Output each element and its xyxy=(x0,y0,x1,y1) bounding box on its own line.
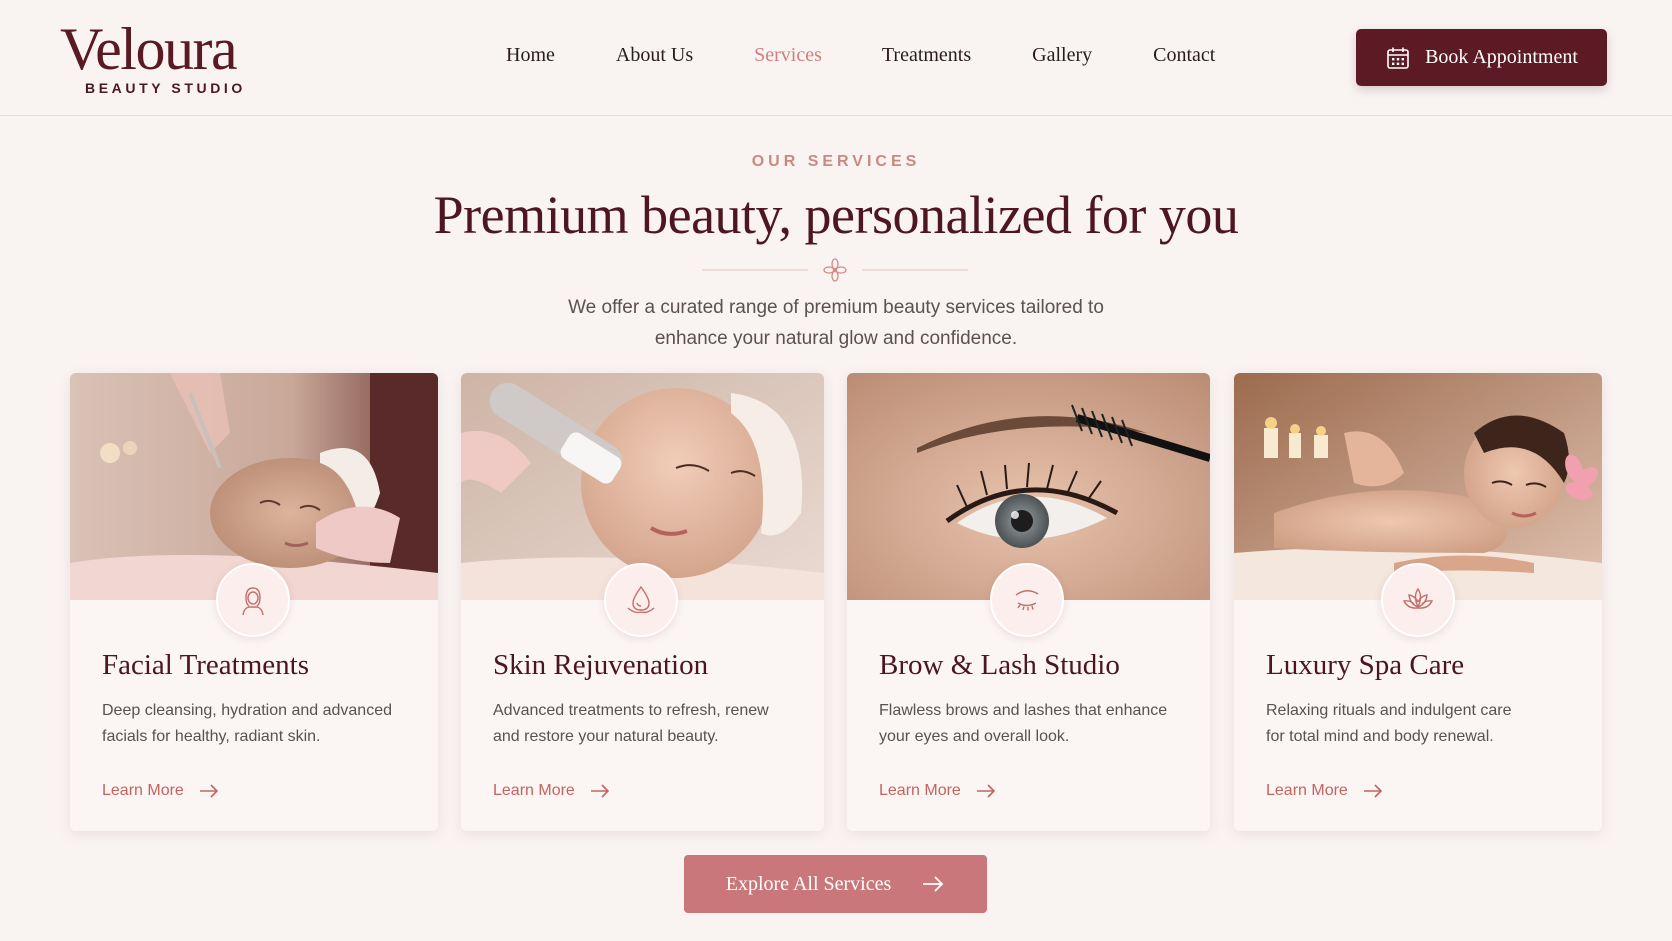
water-drop-icon xyxy=(604,563,678,637)
lead-line-2: enhance your natural glow and confidence… xyxy=(654,328,1018,349)
card-description: Relaxing rituals and indulgent care for … xyxy=(1266,698,1576,750)
service-card-facial[interactable]: Facial Treatments Deep cleansing, hydrat… xyxy=(70,373,438,831)
site-header: Veloura BEAUTY STUDIO Home About Us Serv… xyxy=(0,0,1672,116)
card-desc-line-1: Advanced treatments to refresh, renew xyxy=(493,702,769,719)
card-title: Luxury Spa Care xyxy=(1266,649,1465,681)
card-desc-line-2: your eyes and overall look. xyxy=(879,728,1070,745)
learn-more-link-skin[interactable]: Learn More xyxy=(493,782,611,800)
brand-logo[interactable]: Veloura BEAUTY STUDIO xyxy=(60,18,260,96)
nav-services[interactable]: Services xyxy=(754,44,822,72)
eye-lash-icon xyxy=(990,563,1064,637)
nav-gallery[interactable]: Gallery xyxy=(1032,44,1092,72)
card-title: Brow & Lash Studio xyxy=(879,649,1120,681)
nav-home[interactable]: Home xyxy=(506,44,555,72)
section-lead: We offer a curated range of premium beau… xyxy=(536,292,1136,354)
main-nav: Home About Us Services Treatments Galler… xyxy=(506,44,1215,72)
lotus-icon xyxy=(1381,563,1455,637)
learn-more-link-brow-lash[interactable]: Learn More xyxy=(879,782,997,800)
card-description: Flawless brows and lashes that enhance y… xyxy=(879,698,1189,750)
card-desc-line-2: and restore your natural beauty. xyxy=(493,728,719,745)
service-card-spa[interactable]: Luxury Spa Care Relaxing rituals and ind… xyxy=(1234,373,1602,831)
card-desc-line-1: Flawless brows and lashes that enhance xyxy=(879,702,1168,719)
nav-contact[interactable]: Contact xyxy=(1153,44,1215,72)
card-description: Deep cleansing, hydration and advanced f… xyxy=(102,698,412,750)
nav-about-us[interactable]: About Us xyxy=(616,44,693,72)
card-title: Facial Treatments xyxy=(102,649,310,681)
lead-line-1: We offer a curated range of premium beau… xyxy=(568,297,1104,318)
section-eyebrow: OUR SERVICES xyxy=(751,153,921,170)
explore-all-services-label: Explore All Services xyxy=(725,872,892,895)
calendar-icon xyxy=(1387,47,1409,69)
card-desc-line-2: facials for healthy, radiant skin. xyxy=(102,728,321,745)
service-card-brow-lash[interactable]: Brow & Lash Studio Flawless brows and la… xyxy=(847,373,1210,831)
book-appointment-label: Book Appointment xyxy=(1425,46,1578,68)
learn-more-link-spa[interactable]: Learn More xyxy=(1266,782,1384,800)
book-appointment-button[interactable]: Book Appointment xyxy=(1356,29,1607,86)
card-desc-line-2: for total mind and body renewal. xyxy=(1266,728,1494,745)
explore-all-services-button[interactable]: Explore All Services xyxy=(684,855,987,913)
logo-tagline: BEAUTY STUDIO xyxy=(85,80,246,96)
learn-more-label: Learn More xyxy=(1266,782,1348,799)
learn-more-label: Learn More xyxy=(102,782,184,799)
arrow-right-icon xyxy=(976,784,995,798)
card-description: Advanced treatments to refresh, renew an… xyxy=(493,698,803,750)
nav-treatments[interactable]: Treatments xyxy=(882,44,971,72)
learn-more-label: Learn More xyxy=(493,782,575,799)
card-desc-line-1: Relaxing rituals and indulgent care xyxy=(1266,702,1512,719)
woman-face-icon xyxy=(216,563,290,637)
learn-more-link-facial[interactable]: Learn More xyxy=(102,782,220,800)
card-desc-line-1: Deep cleansing, hydration and advanced xyxy=(102,702,392,719)
arrow-right-icon xyxy=(923,876,944,892)
arrow-right-icon xyxy=(590,784,609,798)
logo-wordmark: Veloura xyxy=(60,16,238,82)
lotus-ornament-icon xyxy=(702,258,968,282)
arrow-right-icon xyxy=(199,784,218,798)
section-title: Premium beauty, personalized for you xyxy=(433,185,1239,245)
learn-more-label: Learn More xyxy=(879,782,961,799)
service-card-skin[interactable]: Skin Rejuvenation Advanced treatments to… xyxy=(461,373,824,831)
arrow-right-icon xyxy=(1363,784,1382,798)
card-title: Skin Rejuvenation xyxy=(493,649,709,681)
